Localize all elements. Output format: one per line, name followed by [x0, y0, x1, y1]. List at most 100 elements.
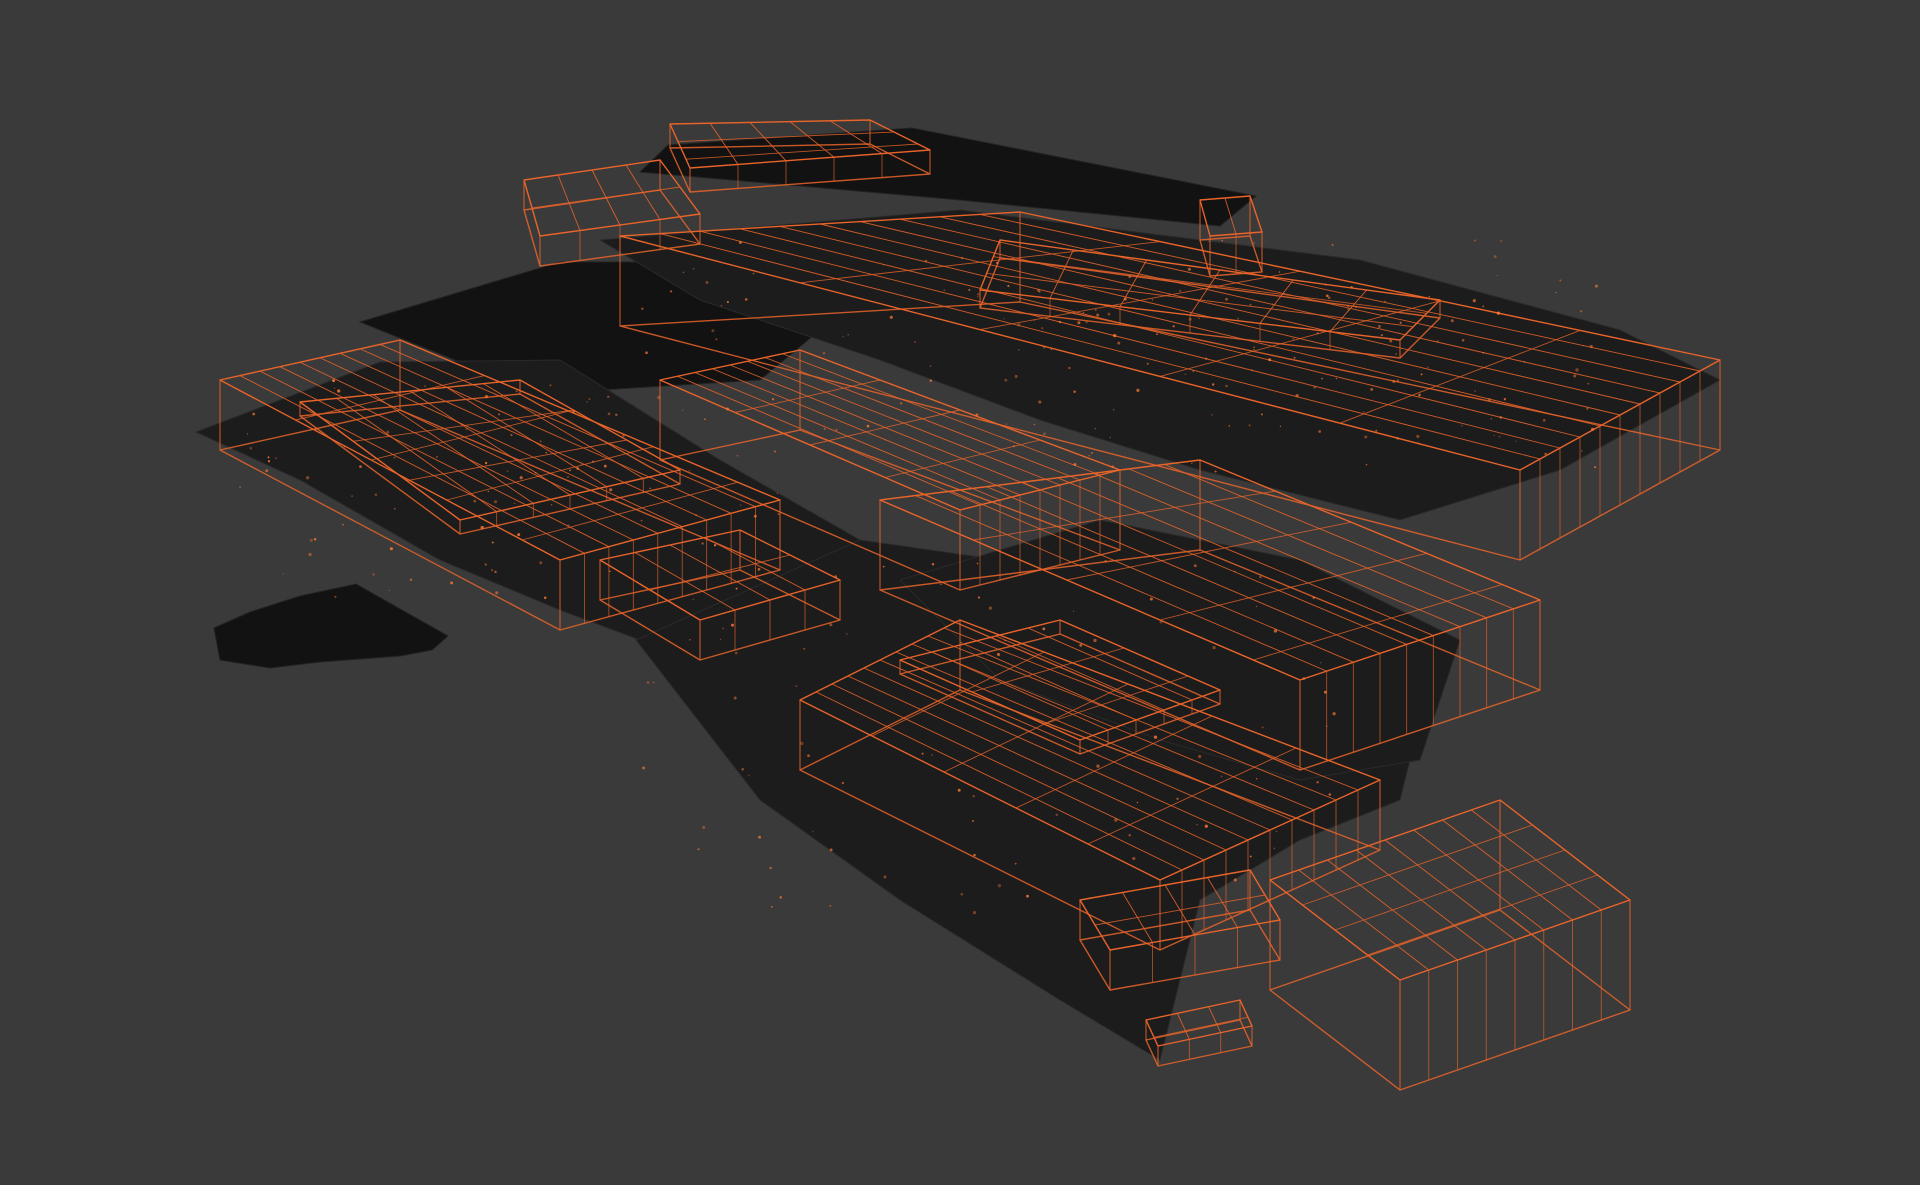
scan-point [770, 905, 773, 908]
scan-point [1573, 374, 1577, 378]
scan-point [1474, 239, 1476, 242]
scan-point [1389, 339, 1393, 343]
scan-point [1033, 319, 1036, 321]
scan-point [771, 397, 775, 401]
scan-point [642, 766, 646, 770]
scan-point [1220, 775, 1223, 777]
scan-point [795, 685, 798, 687]
scan-point [1073, 390, 1076, 393]
scan-point [972, 820, 974, 822]
scan-point [1321, 377, 1323, 380]
scan-point [1428, 295, 1430, 298]
scan-point [646, 681, 650, 684]
scan-point [741, 768, 744, 771]
scan-point [1316, 332, 1319, 335]
scan-point [1014, 862, 1017, 865]
scan-point [744, 298, 748, 301]
scan-point [758, 835, 762, 839]
scan-point [1312, 596, 1315, 599]
scan-point [1292, 338, 1294, 340]
scan-point [1268, 358, 1272, 362]
scan-point [736, 454, 739, 457]
scan-point [1279, 425, 1282, 427]
scan-point [1007, 284, 1010, 288]
scan-point [388, 589, 391, 592]
scan-point [1392, 379, 1396, 384]
scan-point [510, 434, 513, 437]
scan-point [929, 365, 932, 367]
scan-point [1090, 452, 1093, 455]
scan-point [720, 304, 723, 307]
scan-point [812, 830, 814, 833]
scan-point [711, 329, 715, 333]
scan-point [535, 471, 537, 474]
scan-point [1043, 432, 1046, 436]
scan-point [1114, 818, 1118, 822]
scan-point [239, 486, 242, 489]
scan-point [480, 525, 484, 530]
scan-point [1302, 677, 1306, 680]
scan-point [1271, 303, 1274, 305]
scan-point [393, 456, 396, 459]
wire-building-front-grid [1413, 829, 1545, 931]
scan-point [713, 543, 717, 547]
scan-point [957, 788, 961, 792]
scan-point [1396, 379, 1400, 382]
scan-point [545, 451, 548, 454]
scan-point [882, 263, 885, 266]
scan-point [734, 651, 738, 655]
scan-point [1082, 311, 1085, 314]
scan-point [715, 338, 718, 341]
scan-point [1364, 435, 1368, 439]
scan-point [640, 519, 643, 522]
scan-point [586, 401, 588, 403]
scan-point [567, 524, 570, 527]
scan-point [652, 681, 655, 684]
scan-point [359, 465, 362, 468]
scan-point [1493, 434, 1495, 437]
scan-point [491, 541, 494, 544]
scan-point [657, 395, 661, 400]
scan-point [1212, 645, 1216, 650]
scan-point [731, 623, 734, 627]
scan-point [977, 296, 979, 298]
scan-point [924, 259, 928, 263]
scan-point [1498, 435, 1501, 438]
scan-point [1255, 605, 1258, 608]
scan-point [975, 413, 979, 417]
3d-viewport[interactable] [0, 0, 1920, 1185]
scene-canvas[interactable] [0, 0, 1920, 1185]
scan-point [1416, 434, 1420, 438]
scan-point [1324, 284, 1327, 286]
scan-point [576, 466, 580, 470]
scan-point [1073, 463, 1077, 466]
scan-point [1088, 454, 1091, 457]
scan-point [914, 341, 916, 343]
scan-point [282, 573, 284, 575]
scan-point [539, 440, 542, 443]
scan-point [1159, 620, 1163, 624]
scan-point [484, 394, 489, 399]
scan-point [940, 583, 942, 585]
scan-point [1426, 366, 1429, 369]
scan-point [615, 413, 618, 417]
scan-point [705, 281, 709, 284]
scan-point [1198, 317, 1200, 320]
scan-point [960, 892, 964, 896]
scan-point [372, 573, 375, 576]
scan-point [1559, 279, 1562, 282]
scan-point [1211, 383, 1215, 386]
scan-point [1184, 373, 1187, 376]
scan-point [829, 848, 833, 852]
scan-point [1278, 271, 1281, 273]
scan-point [719, 638, 722, 641]
scan-point [1190, 462, 1193, 465]
scan-point [465, 428, 468, 431]
scan-point [1323, 690, 1327, 694]
wire-building-annex-grid [1208, 1006, 1222, 1033]
scan-point [1179, 289, 1182, 292]
scan-point [1176, 797, 1179, 800]
scan-point [803, 647, 806, 650]
scan-point [694, 513, 698, 517]
scan-point [884, 439, 886, 441]
